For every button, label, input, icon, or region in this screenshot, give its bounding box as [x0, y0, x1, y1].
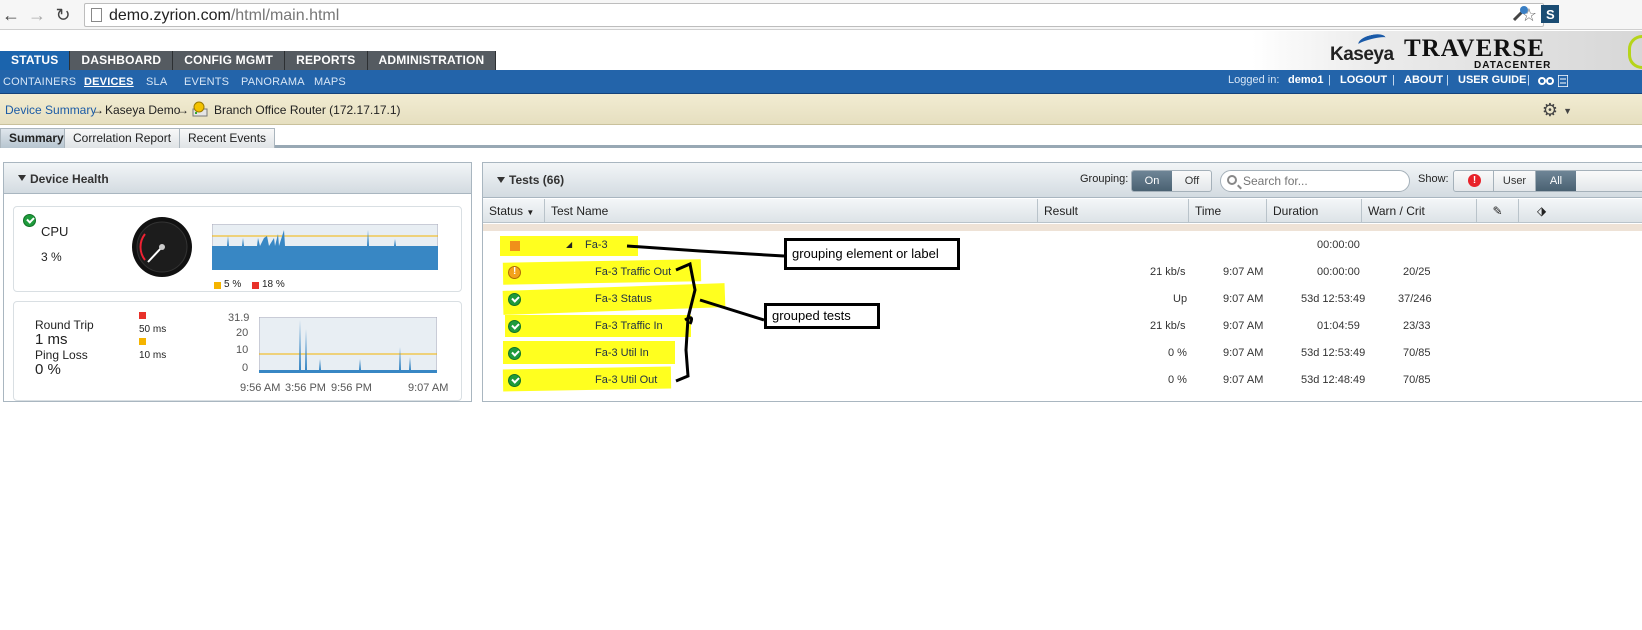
- annotation-line-tests: [699, 298, 765, 322]
- annotation-line-group: [626, 244, 785, 258]
- annotation-grouped-tests: grouped tests: [764, 303, 880, 329]
- annotation-grouping-label: grouping element or label: [784, 238, 960, 270]
